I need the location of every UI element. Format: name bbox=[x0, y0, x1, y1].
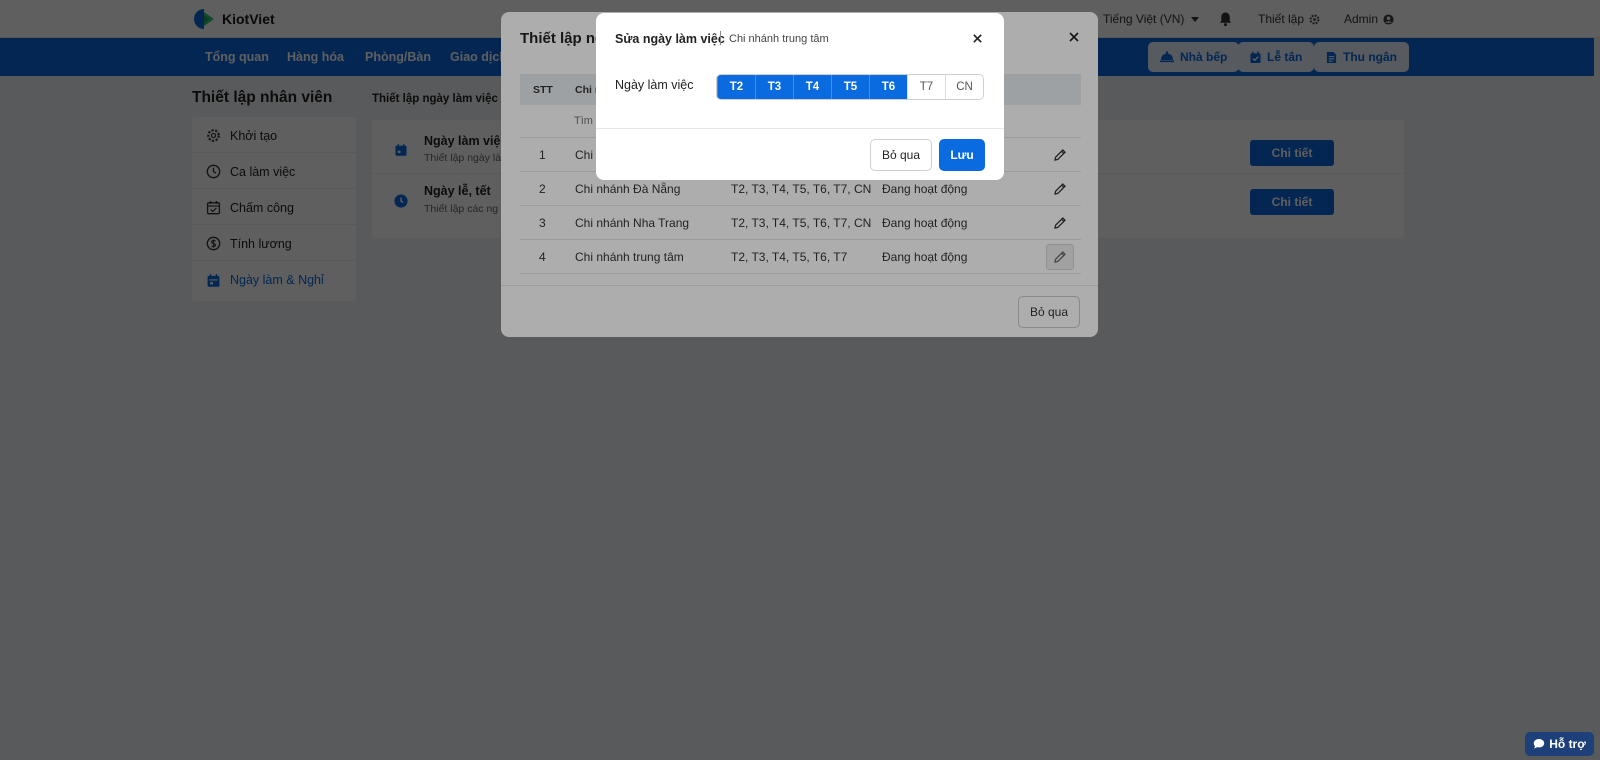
title-separator bbox=[720, 31, 721, 45]
save-button[interactable]: Lưu bbox=[939, 139, 985, 171]
day-toggle-cn[interactable]: CN bbox=[945, 75, 983, 99]
skip-button[interactable]: Bỏ qua bbox=[870, 139, 932, 171]
chat-icon bbox=[1534, 739, 1545, 749]
weekday-toggle-group: T2 T3 T4 T5 T6 T7 CN bbox=[716, 74, 984, 100]
day-toggle-t2[interactable]: T2 bbox=[717, 75, 755, 99]
day-toggle-t3[interactable]: T3 bbox=[755, 75, 793, 99]
working-days-label: Ngày làm việc bbox=[615, 78, 694, 92]
day-toggle-t6[interactable]: T6 bbox=[869, 75, 907, 99]
day-toggle-t5[interactable]: T5 bbox=[831, 75, 869, 99]
modal-footer-divider bbox=[596, 128, 1004, 129]
support-label: Hỗ trợ bbox=[1549, 737, 1586, 751]
close-icon[interactable] bbox=[972, 33, 983, 44]
modal-title: Sửa ngày làm việc bbox=[615, 32, 725, 46]
support-button[interactable]: Hỗ trợ bbox=[1525, 732, 1594, 756]
day-toggle-t7[interactable]: T7 bbox=[907, 75, 945, 99]
day-toggle-t4[interactable]: T4 bbox=[793, 75, 831, 99]
edit-working-days-modal: Sửa ngày làm việc Chi nhánh trung tâm Ng… bbox=[596, 13, 1004, 180]
branch-name: Chi nhánh trung tâm bbox=[729, 33, 829, 45]
